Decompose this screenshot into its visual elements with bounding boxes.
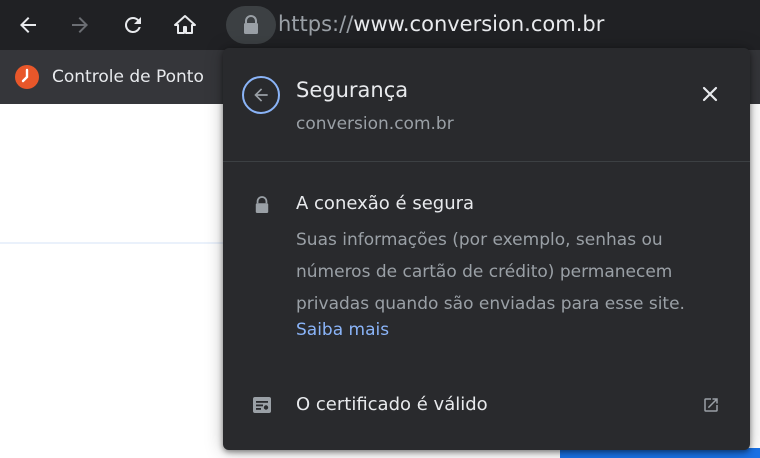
lock-icon	[251, 194, 273, 216]
popup-subtitle: conversion.com.br	[296, 114, 454, 134]
forward-arrow-icon	[72, 17, 88, 33]
home-button[interactable]	[168, 8, 202, 42]
lock-icon	[244, 15, 258, 34]
bookmark-item[interactable]: Controle de Ponto	[14, 61, 204, 93]
home-icon	[174, 15, 196, 34]
forward-button[interactable]	[63, 8, 97, 42]
address-bar[interactable]: https://www.conversion.com.br	[278, 9, 604, 39]
description-line: Suas informações (por exemplo, senhas ou	[296, 230, 663, 250]
reload-button[interactable]	[116, 8, 150, 42]
browser-toolbar: https://www.conversion.com.br	[0, 0, 760, 50]
page-divider	[0, 242, 225, 244]
url-host: www.conversion.com.br	[353, 12, 605, 36]
clock-icon	[15, 65, 39, 89]
description-line: números de cartão de crédito) permanecem	[296, 262, 673, 282]
reload-icon	[124, 16, 141, 33]
close-button[interactable]	[695, 79, 725, 109]
popup-back-button[interactable]	[242, 76, 280, 114]
back-button[interactable]	[11, 8, 45, 42]
popup-title: Segurança	[296, 78, 409, 102]
bookmark-label: Controle de Ponto	[52, 67, 204, 87]
certificate-valid-label[interactable]: O certificado é válido	[296, 394, 488, 415]
site-info-button[interactable]	[226, 6, 276, 44]
url-scheme: https://	[278, 12, 354, 36]
back-arrow-icon	[254, 88, 268, 102]
description-line: privadas quando são enviadas para esse s…	[296, 294, 685, 314]
back-arrow-icon	[20, 17, 36, 33]
connection-description: Suas informações (por exemplo, senhas ou…	[296, 224, 716, 320]
certificate-icon	[251, 394, 273, 416]
external-link-icon	[704, 398, 718, 412]
popup-divider	[223, 161, 750, 162]
learn-more-link[interactable]: Saiba mais	[296, 320, 389, 340]
connection-status-title: A conexão é segura	[296, 193, 475, 214]
close-icon	[702, 86, 718, 102]
certificate-open-button[interactable]	[698, 392, 724, 418]
security-popup: Segurança conversion.com.br A conexão é …	[223, 48, 750, 450]
